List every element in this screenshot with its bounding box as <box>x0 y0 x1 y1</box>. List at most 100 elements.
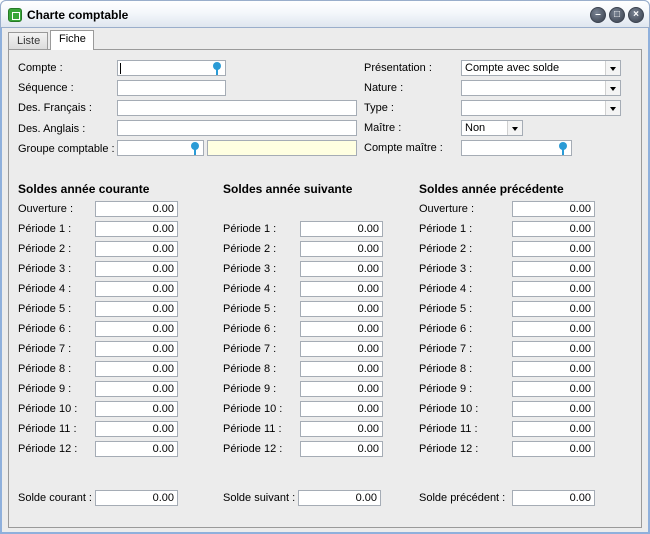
period-courante-input[interactable]: 0.00 <box>95 281 178 297</box>
period-suivante-input[interactable]: 0.00 <box>300 261 383 277</box>
lookup-pin-icon[interactable] <box>212 62 222 75</box>
ouverture-label: Ouverture : <box>419 203 475 215</box>
period-precedente-input[interactable]: 0.00 <box>512 441 595 457</box>
des-fr-input[interactable] <box>117 100 357 116</box>
period-courante-input[interactable]: 0.00 <box>95 321 178 337</box>
period-courante-input[interactable]: 0.00 <box>95 341 178 357</box>
chevron-down-icon[interactable] <box>507 121 522 135</box>
period-suivante-input[interactable]: 0.00 <box>300 441 383 457</box>
chevron-down-icon[interactable] <box>605 101 620 115</box>
lookup-pin-icon[interactable] <box>558 142 568 155</box>
period-courante-input[interactable]: 0.00 <box>95 221 178 237</box>
period-label: Période 11 : <box>223 423 282 435</box>
tab-liste[interactable]: Liste <box>8 32 48 49</box>
app-icon <box>8 8 22 22</box>
solde-courant-label: Solde courant : <box>18 492 92 504</box>
client-area: Liste Fiche Compte : Séquence : Des. Fra… <box>2 28 648 532</box>
period-label: Période 6 : <box>223 323 277 335</box>
maitre-label: Maître : <box>364 122 402 134</box>
compte-maitre-label: Compte maître : <box>364 142 443 154</box>
period-suivante-input[interactable]: 0.00 <box>300 241 383 257</box>
period-suivante-input[interactable]: 0.00 <box>300 341 383 357</box>
period-label: Période 3 : <box>419 263 473 275</box>
period-suivante-input[interactable]: 0.00 <box>300 281 383 297</box>
period-label: Période 11 : <box>419 423 478 435</box>
des-fr-label: Des. Français : <box>18 102 92 114</box>
solde-suivant-input[interactable]: 0.00 <box>298 490 381 506</box>
period-courante-input[interactable]: 0.00 <box>95 241 178 257</box>
period-courante-input[interactable]: 0.00 <box>95 361 178 377</box>
section-title-courante: Soldes année courante <box>18 182 150 196</box>
period-courante-input[interactable]: 0.00 <box>95 421 178 437</box>
period-precedente-input[interactable]: 0.00 <box>512 241 595 257</box>
compte-input[interactable] <box>117 60 226 76</box>
period-label: Période 4 : <box>223 283 277 295</box>
maximize-button[interactable]: □ <box>609 7 625 23</box>
presentation-select[interactable]: Compte avec solde <box>461 60 621 76</box>
maitre-select[interactable]: Non <box>461 120 523 136</box>
period-label: Période 1 : <box>419 223 473 235</box>
chevron-down-icon[interactable] <box>605 61 620 75</box>
ouverture-courante-input[interactable]: 0.00 <box>95 201 178 217</box>
period-suivante-input[interactable]: 0.00 <box>300 421 383 437</box>
period-suivante-input[interactable]: 0.00 <box>300 321 383 337</box>
period-suivante-input[interactable]: 0.00 <box>300 221 383 237</box>
compte-maitre-input[interactable] <box>461 140 572 156</box>
type-select[interactable] <box>461 100 621 116</box>
ouverture-label: Ouverture : <box>18 203 74 215</box>
period-precedente-input[interactable]: 0.00 <box>512 221 595 237</box>
period-courante-input[interactable]: 0.00 <box>95 441 178 457</box>
period-precedente-input[interactable]: 0.00 <box>512 281 595 297</box>
period-label: Période 9 : <box>18 383 72 395</box>
period-suivante-input[interactable]: 0.00 <box>300 401 383 417</box>
window: Charte comptable – □ × Liste Fiche Compt… <box>0 0 650 534</box>
period-precedente-input[interactable]: 0.00 <box>512 421 595 437</box>
des-en-input[interactable] <box>117 120 357 136</box>
period-precedente-input[interactable]: 0.00 <box>512 261 595 277</box>
lookup-pin-icon[interactable] <box>190 142 200 155</box>
period-courante-input[interactable]: 0.00 <box>95 381 178 397</box>
period-courante-input[interactable]: 0.00 <box>95 301 178 317</box>
period-label: Période 8 : <box>223 363 277 375</box>
solde-courant-input[interactable]: 0.00 <box>95 490 178 506</box>
section-title-suivante: Soldes année suivante <box>223 182 353 196</box>
period-precedente-input[interactable]: 0.00 <box>512 361 595 377</box>
solde-precedent-input[interactable]: 0.00 <box>512 490 595 506</box>
ouverture-precedente-input[interactable]: 0.00 <box>512 201 595 217</box>
period-precedente-input[interactable]: 0.00 <box>512 381 595 397</box>
period-label: Période 3 : <box>223 263 277 275</box>
fiche-panel: Compte : Séquence : Des. Français : Des.… <box>8 49 642 528</box>
period-suivante-input[interactable]: 0.00 <box>300 361 383 377</box>
sequence-input[interactable] <box>117 80 226 96</box>
period-label: Période 1 : <box>18 223 72 235</box>
period-courante-input[interactable]: 0.00 <box>95 261 178 277</box>
period-label: Période 10 : <box>223 403 283 415</box>
type-label: Type : <box>364 102 394 114</box>
period-label: Période 4 : <box>419 283 473 295</box>
period-label: Période 2 : <box>419 243 473 255</box>
period-precedente-input[interactable]: 0.00 <box>512 341 595 357</box>
period-precedente-input[interactable]: 0.00 <box>512 321 595 337</box>
solde-suivant-label: Solde suivant : <box>223 492 296 504</box>
groupe-label: Groupe comptable : <box>18 143 115 155</box>
tab-fiche[interactable]: Fiche <box>50 30 94 50</box>
period-label: Période 5 : <box>18 303 72 315</box>
nature-select[interactable] <box>461 80 621 96</box>
period-precedente-input[interactable]: 0.00 <box>512 301 595 317</box>
period-suivante-input[interactable]: 0.00 <box>300 381 383 397</box>
groupe-input[interactable] <box>117 140 204 156</box>
chevron-down-icon[interactable] <box>605 81 620 95</box>
minimize-button[interactable]: – <box>590 7 606 23</box>
period-label: Période 7 : <box>419 343 473 355</box>
period-courante-input[interactable]: 0.00 <box>95 401 178 417</box>
title-bar[interactable]: Charte comptable – □ × <box>0 0 650 28</box>
close-button[interactable]: × <box>628 7 644 23</box>
nature-label: Nature : <box>364 82 404 94</box>
period-precedente-input[interactable]: 0.00 <box>512 401 595 417</box>
period-label: Période 5 : <box>223 303 277 315</box>
period-label: Période 7 : <box>223 343 277 355</box>
period-suivante-input[interactable]: 0.00 <box>300 301 383 317</box>
period-label: Période 8 : <box>18 363 72 375</box>
period-label: Période 5 : <box>419 303 473 315</box>
period-label: Période 10 : <box>419 403 479 415</box>
